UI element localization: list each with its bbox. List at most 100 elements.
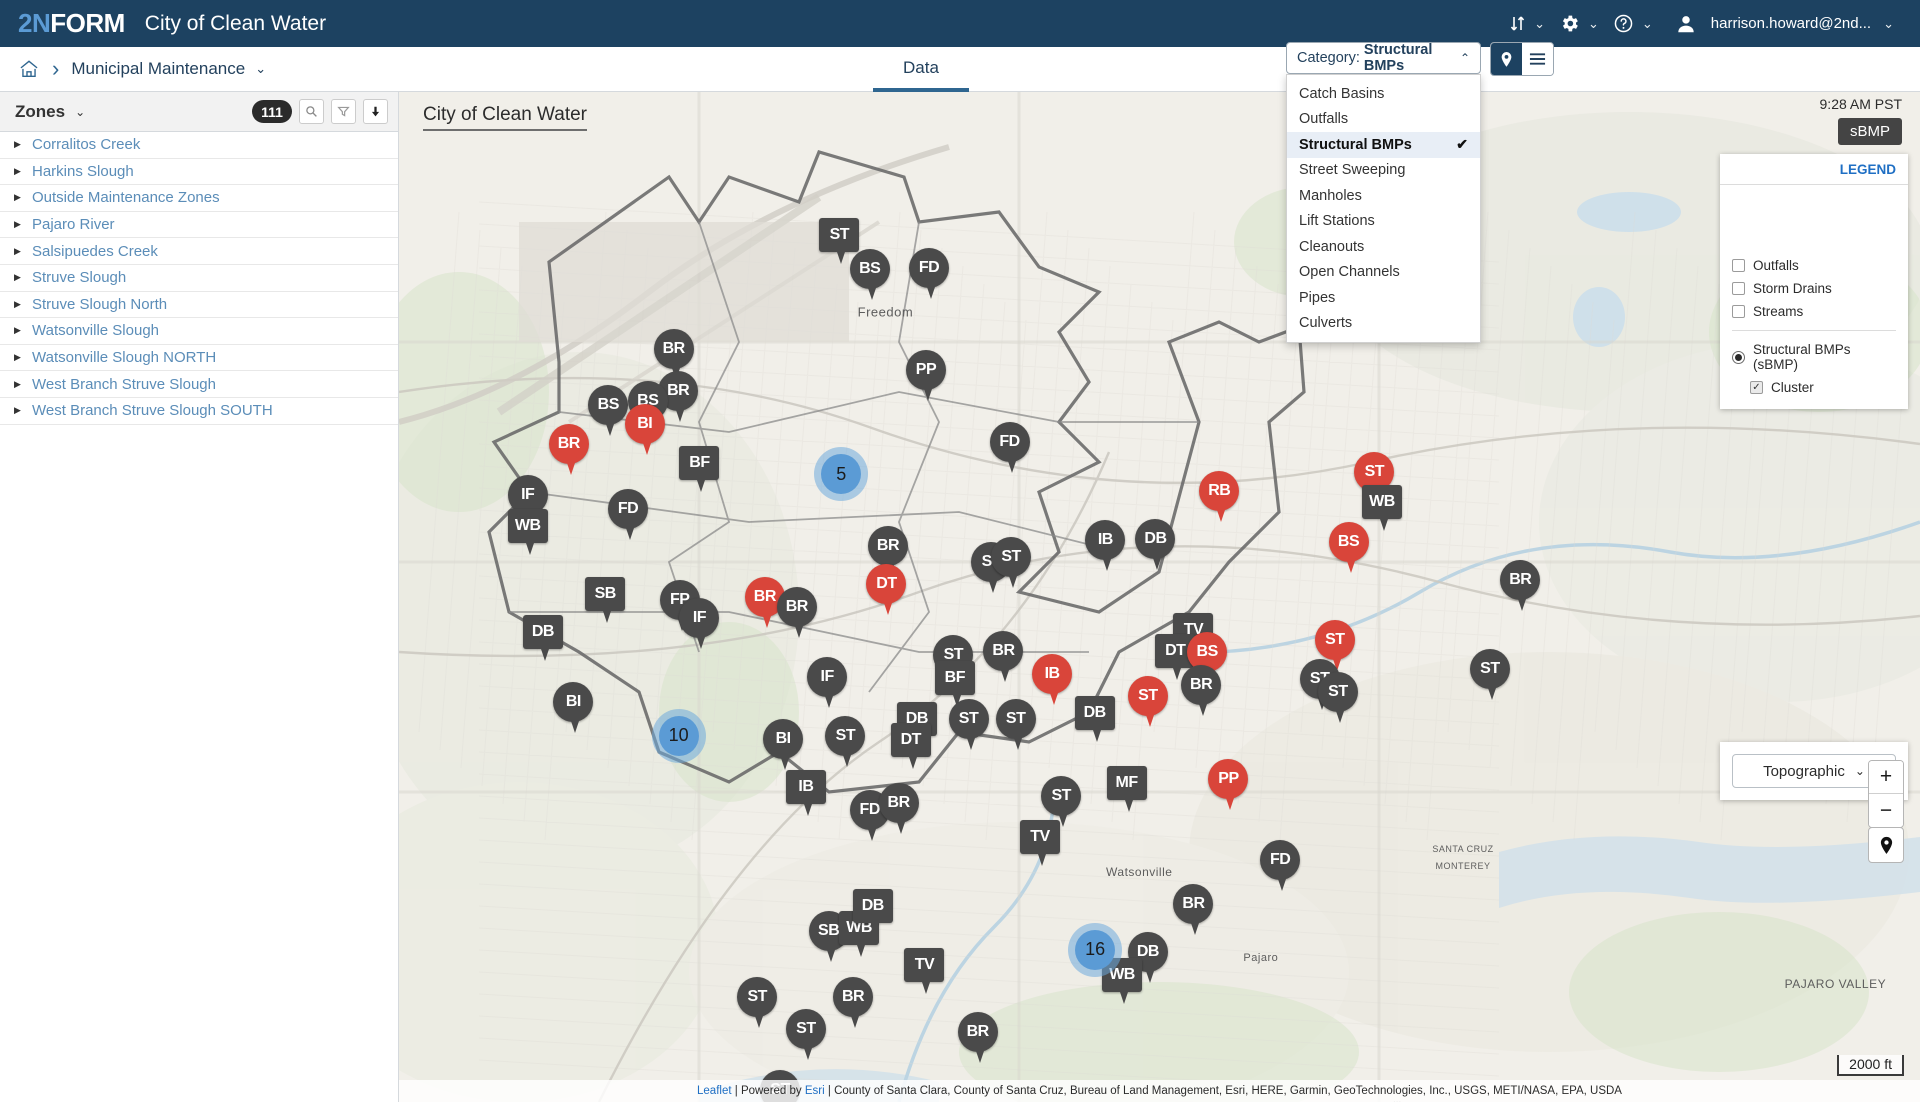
- map-marker[interactable]: BS: [1328, 521, 1373, 574]
- attribution-leaflet-link[interactable]: Leaflet: [697, 1085, 732, 1097]
- map-marker[interactable]: BI: [763, 719, 807, 771]
- expand-arrow-icon[interactable]: ▶: [14, 246, 28, 257]
- map-marker[interactable]: FD: [989, 422, 1034, 474]
- category-option[interactable]: Outfalls: [1287, 107, 1480, 133]
- category-option[interactable]: Manholes: [1287, 183, 1480, 209]
- map-marker[interactable]: BS: [849, 248, 894, 301]
- legend-selected-layer[interactable]: Structural BMPs (sBMP): [1720, 338, 1908, 376]
- map-marker[interactable]: IF: [807, 656, 851, 709]
- zone-row[interactable]: ▶ Salsipuedes Creek: [0, 238, 398, 265]
- map-marker[interactable]: DT: [866, 564, 910, 616]
- brand-logo[interactable]: 2N FORM: [18, 8, 125, 39]
- zone-row[interactable]: ▶ Outside Maintenance Zones: [0, 185, 398, 212]
- settings-dropdown-caret[interactable]: ⌄: [1586, 16, 1607, 32]
- expand-arrow-icon[interactable]: ▶: [14, 352, 28, 363]
- home-icon[interactable]: [16, 56, 42, 82]
- legend-layer-row[interactable]: Outfalls: [1720, 254, 1908, 277]
- map-marker[interactable]: FD: [1260, 839, 1304, 892]
- user-avatar-icon[interactable]: [1669, 0, 1703, 47]
- category-option[interactable]: Street Sweeping: [1287, 158, 1480, 184]
- expand-arrow-icon[interactable]: ▶: [14, 325, 28, 336]
- layer-checkbox[interactable]: [1732, 259, 1745, 272]
- map-marker[interactable]: IF: [679, 598, 723, 650]
- layer-checkbox[interactable]: [1732, 305, 1745, 318]
- map-marker[interactable]: SB: [585, 577, 629, 629]
- gear-icon[interactable]: [1553, 0, 1586, 47]
- map-marker[interactable]: PP: [1208, 758, 1252, 811]
- download-icon[interactable]: [363, 99, 388, 124]
- map-marker[interactable]: BI: [624, 403, 669, 456]
- map-marker[interactable]: WB: [507, 508, 552, 561]
- legend-cluster-option[interactable]: ✓ Cluster: [1720, 376, 1908, 399]
- search-icon[interactable]: [299, 99, 324, 124]
- category-option[interactable]: Culverts: [1287, 311, 1480, 337]
- locate-me-button[interactable]: [1868, 827, 1904, 863]
- expand-arrow-icon[interactable]: ▶: [14, 272, 28, 283]
- map-marker[interactable]: BR: [878, 782, 923, 835]
- map-marker[interactable]: BR: [983, 630, 1027, 683]
- zone-row[interactable]: ▶ Harkins Slough: [0, 159, 398, 186]
- radio-structural-bmps[interactable]: [1732, 350, 1745, 364]
- map-marker[interactable]: DB: [1135, 518, 1179, 571]
- category-select-button[interactable]: Category: Structural BMPs ⌃: [1286, 42, 1481, 74]
- legend-layer-row[interactable]: Storm Drains: [1720, 277, 1908, 300]
- map-marker[interactable]: BR: [833, 977, 877, 1029]
- category-option[interactable]: Lift Stations: [1287, 209, 1480, 235]
- map-marker[interactable]: BR: [957, 1011, 1002, 1064]
- map-marker[interactable]: FD: [608, 488, 652, 541]
- list-view-button[interactable]: [1522, 43, 1553, 75]
- map-marker[interactable]: IB: [785, 770, 830, 822]
- help-dropdown-caret[interactable]: ⌄: [1640, 16, 1661, 32]
- map-marker[interactable]: ST: [995, 699, 1040, 751]
- category-option[interactable]: Open Channels: [1287, 260, 1480, 286]
- map-marker[interactable]: ST: [737, 977, 781, 1029]
- map-view-button[interactable]: [1491, 43, 1522, 75]
- attribution-esri-link[interactable]: Esri: [805, 1085, 825, 1097]
- map-marker[interactable]: ST: [825, 716, 869, 768]
- category-option[interactable]: Cleanouts: [1287, 234, 1480, 260]
- map-marker[interactable]: BR: [776, 586, 821, 639]
- map-cluster-marker[interactable]: 10: [651, 708, 706, 763]
- map-marker[interactable]: ST: [785, 1008, 830, 1061]
- user-dropdown-caret[interactable]: ⌄: [1881, 16, 1902, 32]
- map-cluster-marker[interactable]: 16: [1068, 922, 1123, 977]
- expand-arrow-icon[interactable]: ▶: [14, 299, 28, 310]
- map-marker[interactable]: PP: [905, 349, 950, 402]
- sort-dropdown-caret[interactable]: ⌄: [1532, 16, 1553, 32]
- map-marker[interactable]: RB: [1199, 470, 1243, 523]
- zone-row[interactable]: ▶ West Branch Struve Slough SOUTH: [0, 398, 398, 425]
- map-canvas[interactable]: City of Clean Water ST BS FD BR BR PP BS BS BI BR…: [399, 92, 1920, 1102]
- tab-data[interactable]: Data: [873, 47, 969, 92]
- map-marker[interactable]: FD: [909, 247, 953, 300]
- chevron-down-icon[interactable]: ⌄: [75, 105, 85, 119]
- breadcrumb-label[interactable]: Municipal Maintenance: [71, 59, 245, 79]
- map-marker[interactable]: TV: [904, 947, 948, 1000]
- question-circle-icon[interactable]: [1607, 0, 1640, 47]
- map-marker[interactable]: DB: [1074, 696, 1119, 748]
- sort-updown-icon[interactable]: [1503, 0, 1532, 47]
- expand-arrow-icon[interactable]: ▶: [14, 192, 28, 203]
- zone-row[interactable]: ▶ Pajaro River: [0, 212, 398, 239]
- layer-checkbox[interactable]: [1732, 282, 1745, 295]
- zoom-out-button[interactable]: −: [1869, 794, 1903, 827]
- map-marker[interactable]: ST: [991, 537, 1035, 589]
- map-marker[interactable]: IB: [1032, 653, 1076, 706]
- expand-arrow-icon[interactable]: ▶: [14, 405, 28, 416]
- map-marker[interactable]: BR: [548, 423, 593, 476]
- expand-arrow-icon[interactable]: ▶: [14, 379, 28, 390]
- map-marker[interactable]: MF: [1106, 765, 1151, 818]
- tab-legend[interactable]: LEGEND: [1840, 162, 1896, 177]
- map-marker[interactable]: BR: [1181, 665, 1225, 717]
- zoom-in-button[interactable]: +: [1869, 761, 1903, 794]
- zone-row[interactable]: ▶ Struve Slough North: [0, 292, 398, 319]
- expand-arrow-icon[interactable]: ▶: [14, 139, 28, 150]
- zone-row[interactable]: ▶ Struve Slough: [0, 265, 398, 292]
- map-marker[interactable]: ST: [1317, 672, 1362, 724]
- zone-row[interactable]: ▶ Watsonville Slough: [0, 318, 398, 345]
- category-option[interactable]: Catch Basins: [1287, 81, 1480, 107]
- map-marker[interactable]: DT: [890, 723, 935, 775]
- map-marker[interactable]: IB: [1085, 520, 1129, 572]
- checkbox-cluster[interactable]: ✓: [1750, 381, 1763, 394]
- map-marker[interactable]: TV: [1019, 819, 1064, 872]
- category-option[interactable]: Pipes: [1287, 285, 1480, 311]
